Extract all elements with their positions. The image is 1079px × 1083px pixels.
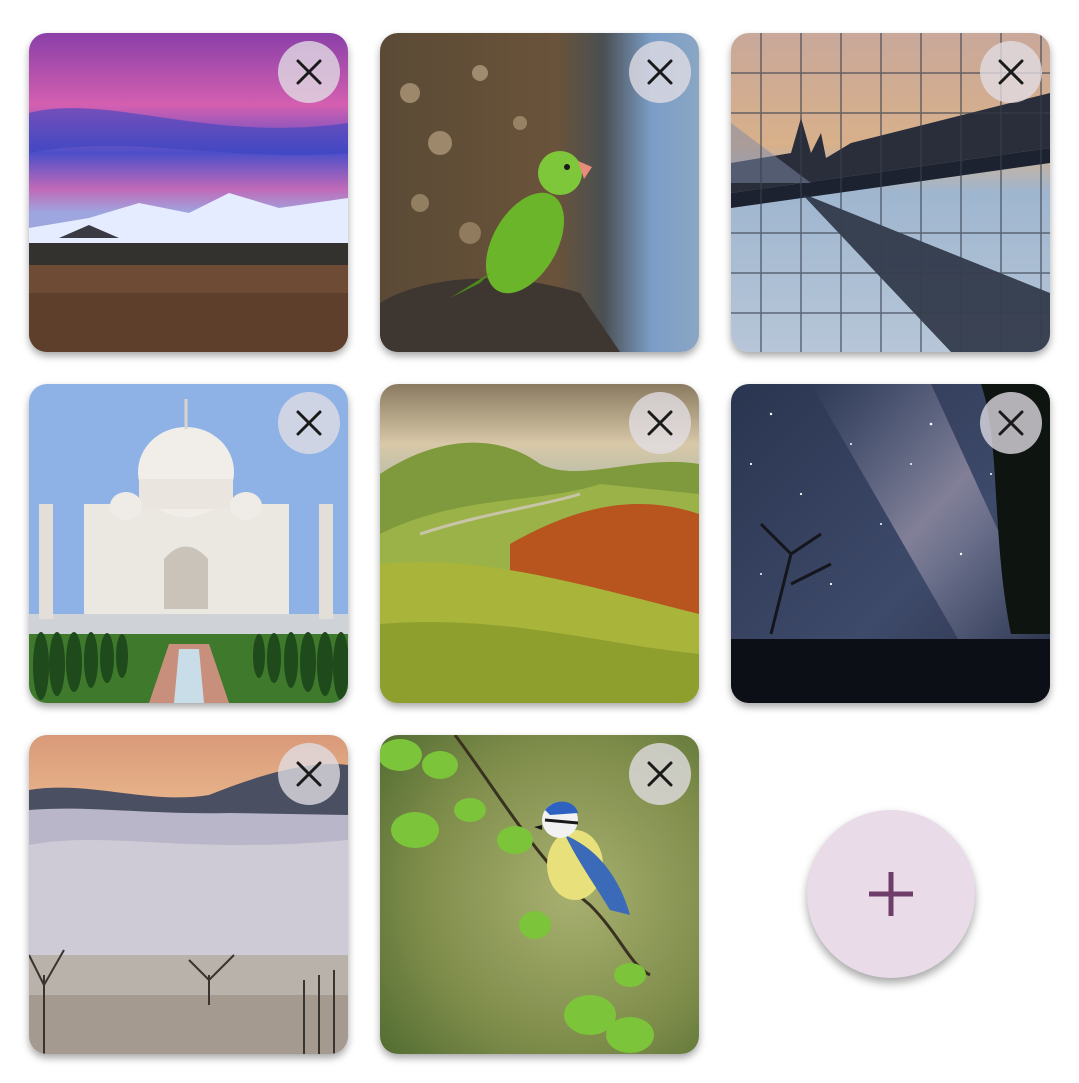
plus-icon [869, 872, 913, 916]
photo-tile[interactable] [731, 33, 1050, 352]
photo-tile[interactable] [731, 384, 1050, 703]
photo-tile[interactable] [29, 384, 348, 703]
close-icon [647, 59, 673, 85]
close-icon [296, 410, 322, 436]
close-icon [998, 410, 1024, 436]
close-button[interactable] [980, 41, 1042, 103]
photo-tile[interactable] [380, 33, 699, 352]
close-button[interactable] [980, 392, 1042, 454]
close-icon [296, 59, 322, 85]
close-icon [998, 59, 1024, 85]
photo-tile[interactable] [29, 33, 348, 352]
photo-tile[interactable] [29, 735, 348, 1054]
close-button[interactable] [278, 41, 340, 103]
close-button[interactable] [629, 392, 691, 454]
close-button[interactable] [629, 41, 691, 103]
close-button[interactable] [278, 392, 340, 454]
close-button[interactable] [629, 743, 691, 805]
close-icon [296, 761, 322, 787]
photo-tile[interactable] [380, 735, 699, 1054]
close-icon [647, 761, 673, 787]
close-button[interactable] [278, 743, 340, 805]
add-photo-button[interactable] [807, 810, 975, 978]
close-icon [647, 410, 673, 436]
photo-tile[interactable] [380, 384, 699, 703]
